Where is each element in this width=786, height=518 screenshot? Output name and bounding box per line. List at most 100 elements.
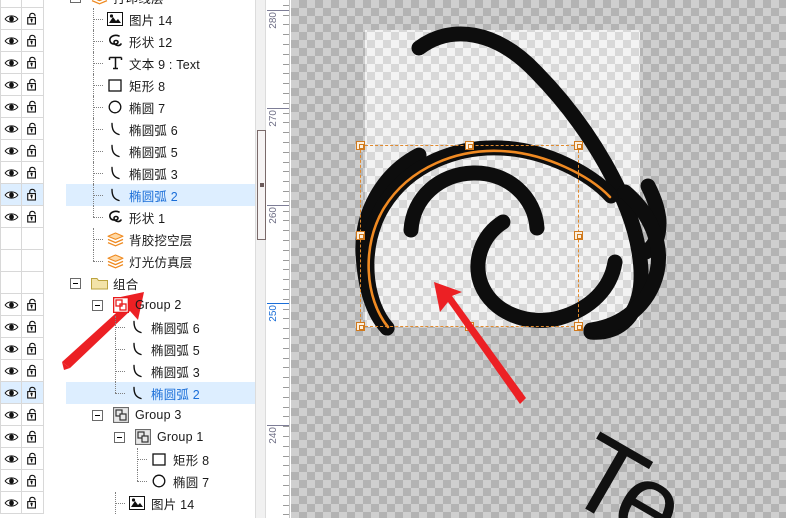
visibility-toggle[interactable] bbox=[0, 382, 22, 404]
layer-row-content[interactable]: Group 3 bbox=[92, 404, 182, 426]
visibility-toggle[interactable] bbox=[0, 162, 22, 184]
lock-toggle[interactable] bbox=[22, 118, 44, 140]
lock-toggle[interactable] bbox=[22, 30, 44, 52]
lock-toggle[interactable] bbox=[22, 250, 44, 272]
layer-row[interactable]: 椭圆弧 3 bbox=[0, 360, 255, 382]
layer-row[interactable]: 形状 12 bbox=[0, 30, 255, 52]
layer-panel-scrollbar-track[interactable] bbox=[255, 0, 266, 518]
lock-toggle[interactable] bbox=[22, 360, 44, 382]
collapse-expander-icon[interactable] bbox=[114, 431, 125, 443]
layer-row-content[interactable]: 椭圆弧 2 bbox=[92, 184, 178, 206]
visibility-toggle[interactable] bbox=[0, 184, 22, 206]
lock-toggle[interactable] bbox=[22, 206, 44, 228]
layer-row[interactable]: 图片 14 bbox=[0, 492, 255, 514]
design-canvas[interactable]: Te bbox=[291, 0, 786, 518]
layer-row[interactable]: 椭圆弧 2 bbox=[0, 382, 255, 404]
layer-row-content[interactable]: 灯光仿真层 bbox=[92, 250, 193, 272]
layer-row[interactable]: 椭圆 7 bbox=[0, 470, 255, 492]
layer-row-content[interactable]: 椭圆弧 3 bbox=[92, 162, 178, 184]
visibility-toggle[interactable] bbox=[0, 0, 22, 8]
visibility-toggle[interactable] bbox=[0, 426, 22, 448]
swirl-spiral-artwork[interactable] bbox=[291, 0, 786, 518]
lock-toggle[interactable] bbox=[22, 382, 44, 404]
lock-toggle[interactable] bbox=[22, 448, 44, 470]
layer-row-content[interactable]: 形状 1 bbox=[92, 206, 165, 228]
lock-toggle[interactable] bbox=[22, 426, 44, 448]
visibility-toggle[interactable] bbox=[0, 492, 22, 514]
lock-toggle[interactable] bbox=[22, 96, 44, 118]
layer-row[interactable]: Group 3 bbox=[0, 404, 255, 426]
layer-row[interactable]: 图片 14 bbox=[0, 8, 255, 30]
layer-row[interactable]: 椭圆弧 6 bbox=[0, 118, 255, 140]
layer-row-content[interactable]: 椭圆弧 3 bbox=[114, 360, 200, 382]
collapse-expander-icon[interactable] bbox=[92, 299, 103, 311]
layer-row-content[interactable]: 打印线层 bbox=[70, 0, 164, 8]
layer-row[interactable]: 椭圆弧 5 bbox=[0, 338, 255, 360]
lock-toggle[interactable] bbox=[22, 0, 44, 8]
lock-toggle[interactable] bbox=[22, 184, 44, 206]
layer-row[interactable]: 背胶挖空层 bbox=[0, 228, 255, 250]
lock-toggle[interactable] bbox=[22, 74, 44, 96]
layer-row[interactable]: 椭圆弧 3 bbox=[0, 162, 255, 184]
visibility-toggle[interactable] bbox=[0, 448, 22, 470]
layer-row[interactable]: 组合 bbox=[0, 272, 255, 294]
layer-row[interactable]: 椭圆 7 bbox=[0, 96, 255, 118]
layer-row[interactable]: 灯光仿真层 bbox=[0, 250, 255, 272]
visibility-toggle[interactable] bbox=[0, 52, 22, 74]
visibility-toggle[interactable] bbox=[0, 404, 22, 426]
visibility-toggle[interactable] bbox=[0, 338, 22, 360]
layer-row-content[interactable]: 椭圆 7 bbox=[92, 96, 165, 118]
layer-row-content[interactable]: 椭圆 7 bbox=[136, 470, 209, 492]
lock-toggle[interactable] bbox=[22, 8, 44, 30]
visibility-toggle[interactable] bbox=[0, 206, 22, 228]
lock-toggle[interactable] bbox=[22, 492, 44, 514]
layer-row[interactable]: 矩形 8 bbox=[0, 74, 255, 96]
layer-row-content[interactable]: 形状 12 bbox=[92, 30, 172, 52]
lock-toggle[interactable] bbox=[22, 316, 44, 338]
lock-toggle[interactable] bbox=[22, 140, 44, 162]
layer-row[interactable]: Group 2 bbox=[0, 294, 255, 316]
collapse-expander-icon[interactable] bbox=[70, 277, 81, 289]
lock-toggle[interactable] bbox=[22, 294, 44, 316]
layer-row-content[interactable]: 椭圆弧 6 bbox=[114, 316, 200, 338]
layer-row[interactable]: Group 1 bbox=[0, 426, 255, 448]
visibility-toggle[interactable] bbox=[0, 228, 22, 250]
layer-row[interactable]: 椭圆弧 5 bbox=[0, 140, 255, 162]
collapse-expander-icon[interactable] bbox=[70, 0, 81, 3]
layer-row[interactable]: 椭圆弧 2 bbox=[0, 184, 255, 206]
lock-toggle[interactable] bbox=[22, 272, 44, 294]
layer-row-content[interactable]: 文本 9 : Text bbox=[92, 52, 200, 74]
visibility-toggle[interactable] bbox=[0, 316, 22, 338]
layer-tree-panel[interactable]: 打印线层图片 14 形状 12 文本 9 : Text 矩形 8 椭圆 7 椭圆弧 6 椭圆… bbox=[0, 0, 255, 518]
layer-panel-scrollbar-thumb[interactable] bbox=[257, 130, 266, 240]
lock-toggle[interactable] bbox=[22, 338, 44, 360]
layer-row-content[interactable]: 背胶挖空层 bbox=[92, 228, 193, 250]
layer-row[interactable]: 形状 1 bbox=[0, 206, 255, 228]
layer-row[interactable]: 矩形 8 bbox=[0, 448, 255, 470]
layer-row-content[interactable]: 椭圆弧 5 bbox=[92, 140, 178, 162]
layer-row-content[interactable]: 椭圆弧 5 bbox=[114, 338, 200, 360]
lock-toggle[interactable] bbox=[22, 404, 44, 426]
lock-toggle[interactable] bbox=[22, 52, 44, 74]
layer-row-content[interactable]: 椭圆弧 2 bbox=[114, 382, 200, 404]
visibility-toggle[interactable] bbox=[0, 8, 22, 30]
lock-toggle[interactable] bbox=[22, 470, 44, 492]
layer-row[interactable]: 打印线层 bbox=[0, 0, 255, 8]
layer-row-content[interactable]: Group 2 bbox=[92, 294, 182, 316]
visibility-toggle[interactable] bbox=[0, 96, 22, 118]
visibility-toggle[interactable] bbox=[0, 30, 22, 52]
lock-toggle[interactable] bbox=[22, 228, 44, 250]
lock-toggle[interactable] bbox=[22, 162, 44, 184]
visibility-toggle[interactable] bbox=[0, 140, 22, 162]
visibility-toggle[interactable] bbox=[0, 118, 22, 140]
visibility-toggle[interactable] bbox=[0, 250, 22, 272]
visibility-toggle[interactable] bbox=[0, 360, 22, 382]
visibility-toggle[interactable] bbox=[0, 74, 22, 96]
layer-row-content[interactable]: 矩形 8 bbox=[92, 74, 165, 96]
visibility-toggle[interactable] bbox=[0, 470, 22, 492]
layer-row-content[interactable]: 椭圆弧 6 bbox=[92, 118, 178, 140]
layer-row-content[interactable]: Group 1 bbox=[114, 426, 204, 448]
layer-row[interactable]: 文本 9 : Text bbox=[0, 52, 255, 74]
layer-row[interactable]: 椭圆弧 6 bbox=[0, 316, 255, 338]
layer-row-content[interactable]: 矩形 8 bbox=[136, 448, 209, 470]
